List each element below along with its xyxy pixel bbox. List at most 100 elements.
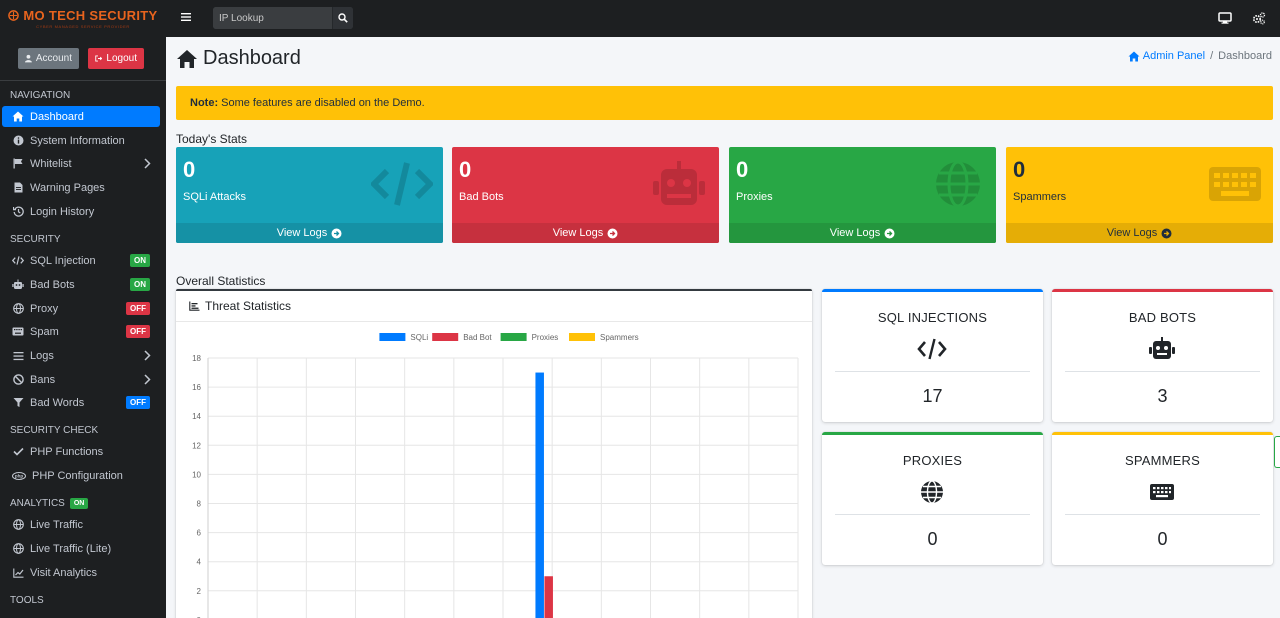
stat-box-spammers: 0 Spammers View Logs bbox=[1006, 147, 1273, 243]
sidebar-item-label: Whitelist bbox=[30, 157, 72, 170]
globe-icon bbox=[936, 161, 980, 207]
stat-label: SQLi Attacks bbox=[183, 191, 246, 203]
summary-card-spammers: SPAMMERS 0 bbox=[1052, 432, 1273, 565]
arrow-circle-right-icon bbox=[884, 228, 895, 238]
legend-swatch bbox=[500, 333, 527, 341]
logout-button[interactable]: Logout bbox=[88, 48, 144, 69]
sidebar-item-label: Login History bbox=[30, 205, 95, 218]
legend-swatch bbox=[432, 333, 459, 341]
home-icon bbox=[177, 49, 197, 68]
logout-label: Logout bbox=[106, 53, 137, 64]
summary-divider bbox=[835, 371, 1030, 372]
stat-value: 0 bbox=[1013, 157, 1026, 182]
keyboard-icon bbox=[12, 326, 24, 338]
info-icon bbox=[12, 135, 24, 147]
summary-divider bbox=[1065, 371, 1260, 372]
sidebar: Account Logout NAVIGATION Dashboard Syst… bbox=[0, 37, 166, 618]
view-logs-link[interactable]: View Logs bbox=[176, 223, 443, 243]
account-label: Account bbox=[35, 53, 72, 64]
stat-value: 0 bbox=[459, 157, 472, 182]
ip-lookup-input[interactable] bbox=[213, 7, 332, 29]
summary-card-bad-bots: BAD BOTS 3 bbox=[1052, 289, 1273, 422]
globe-icon bbox=[12, 519, 24, 531]
sidebar-item-php-configuration[interactable]: php PHP Configuration bbox=[2, 465, 160, 486]
y-tick-label: 8 bbox=[197, 500, 202, 509]
breadcrumb-admin-panel[interactable]: Admin Panel bbox=[1128, 50, 1205, 62]
sidebar-item-spam[interactable]: Spam OFF bbox=[2, 321, 160, 342]
status-badge: OFF bbox=[126, 302, 150, 315]
status-badge: ON bbox=[130, 278, 150, 291]
sidebar-item-live-traffic[interactable]: Live Traffic bbox=[2, 514, 160, 535]
stat-label: Spammers bbox=[1013, 191, 1067, 203]
php-icon: php bbox=[12, 470, 26, 482]
sidebar-divider bbox=[0, 80, 166, 81]
sidebar-item-whitelist[interactable]: Whitelist bbox=[2, 153, 160, 174]
chevron-right-icon bbox=[144, 350, 151, 361]
sidebar-item-label: Dashboard bbox=[30, 110, 84, 123]
sidebar-item-proxy[interactable]: Proxy OFF bbox=[2, 298, 160, 319]
code-icon bbox=[917, 338, 947, 360]
sidebar-item-logs[interactable]: Logs bbox=[2, 345, 160, 366]
summary-value: 17 bbox=[922, 386, 943, 406]
analytics-header: ANALYTICS ON bbox=[10, 498, 89, 509]
brand-name: MO TECH SECURITY bbox=[8, 8, 157, 23]
feedback-edge-tab[interactable] bbox=[1274, 436, 1280, 468]
summary-divider bbox=[1065, 514, 1260, 515]
sidebar-item-php-functions[interactable]: PHP Functions bbox=[2, 441, 160, 462]
status-badge: ON bbox=[69, 498, 89, 509]
y-tick-label: 12 bbox=[192, 441, 201, 450]
sidebar-item-system-information[interactable]: System Information bbox=[2, 130, 160, 151]
sidebar-item-bad-bots[interactable]: Bad Bots ON bbox=[2, 274, 160, 295]
security-check-header: SECURITY CHECK bbox=[10, 425, 99, 436]
summary-title: SQL INJECTIONS bbox=[877, 310, 988, 325]
alert-label: Note: bbox=[190, 97, 219, 109]
chart-title: Threat Statistics bbox=[205, 299, 292, 313]
chevron-right-icon bbox=[144, 158, 151, 169]
threat-statistics-card: Threat Statistics SQLi Bad Bot Proxies Spam… bbox=[176, 289, 812, 618]
sidebar-item-bans[interactable]: Bans bbox=[2, 369, 160, 390]
arrow-circle-right-icon bbox=[607, 228, 618, 238]
sidebar-item-visit-analytics[interactable]: Visit Analytics bbox=[2, 562, 160, 583]
stat-box-sqli: 0 SQLi Attacks View Logs bbox=[176, 147, 443, 243]
legend-label: Bad Bot bbox=[463, 333, 492, 342]
y-tick-label: 4 bbox=[197, 558, 202, 567]
stat-value: 0 bbox=[736, 157, 749, 182]
chart-header: Threat Statistics bbox=[176, 291, 812, 322]
sidebar-item-bad-words[interactable]: Bad Words OFF bbox=[2, 392, 160, 413]
account-button[interactable]: Account bbox=[18, 48, 79, 69]
search-button[interactable] bbox=[332, 7, 353, 29]
stat-box-bad-bots: 0 Bad Bots View Logs bbox=[452, 147, 719, 243]
brand-logo[interactable]: MO TECH SECURITY CYBER MANAGED SERVICE P… bbox=[0, 0, 166, 37]
menu-toggle-icon[interactable] bbox=[181, 12, 191, 22]
y-tick-label: 18 bbox=[192, 354, 201, 363]
sidebar-item-sql-injection[interactable]: SQL Injection ON bbox=[2, 250, 160, 271]
flag-icon bbox=[12, 158, 24, 170]
user-icon bbox=[25, 54, 32, 63]
sidebar-item-live-traffic-lite[interactable]: Live Traffic (Lite) bbox=[2, 538, 160, 559]
sidebar-item-dashboard[interactable]: Dashboard bbox=[2, 106, 160, 127]
sidebar-item-warning-pages[interactable]: Warning Pages bbox=[2, 177, 160, 198]
summary-divider bbox=[835, 514, 1030, 515]
top-navbar: MO TECH SECURITY CYBER MANAGED SERVICE P… bbox=[0, 0, 1280, 37]
navigation-header: NAVIGATION bbox=[10, 90, 71, 101]
search-icon bbox=[338, 13, 348, 23]
tools-header: TOOLS bbox=[10, 595, 44, 606]
view-logs-link[interactable]: View Logs bbox=[729, 223, 996, 243]
monitor-icon[interactable] bbox=[1218, 11, 1232, 25]
y-tick-label: 14 bbox=[192, 412, 201, 421]
summary-card-sql-injections: SQL INJECTIONS 17 bbox=[822, 289, 1043, 422]
home-icon bbox=[1128, 51, 1140, 61]
status-badge: ON bbox=[130, 254, 150, 267]
status-badge: OFF bbox=[126, 396, 150, 409]
breadcrumb-separator: / bbox=[1210, 50, 1214, 62]
summary-title: BAD BOTS bbox=[1128, 310, 1197, 325]
threat-statistics-chart: SQLi Bad Bot Proxies Spammers 2 4 6 8 10 12 14 16 18… bbox=[192, 333, 799, 618]
stat-box-proxies: 0 Proxies View Logs bbox=[729, 147, 996, 243]
settings-gears-icon[interactable] bbox=[1252, 11, 1266, 25]
view-logs-link[interactable]: View Logs bbox=[1006, 223, 1273, 243]
sidebar-item-login-history[interactable]: Login History bbox=[2, 201, 160, 222]
globe-icon bbox=[12, 303, 24, 315]
view-logs-link[interactable]: View Logs bbox=[452, 223, 719, 243]
stat-label: Bad Bots bbox=[459, 191, 504, 203]
ip-lookup-search bbox=[213, 7, 353, 29]
